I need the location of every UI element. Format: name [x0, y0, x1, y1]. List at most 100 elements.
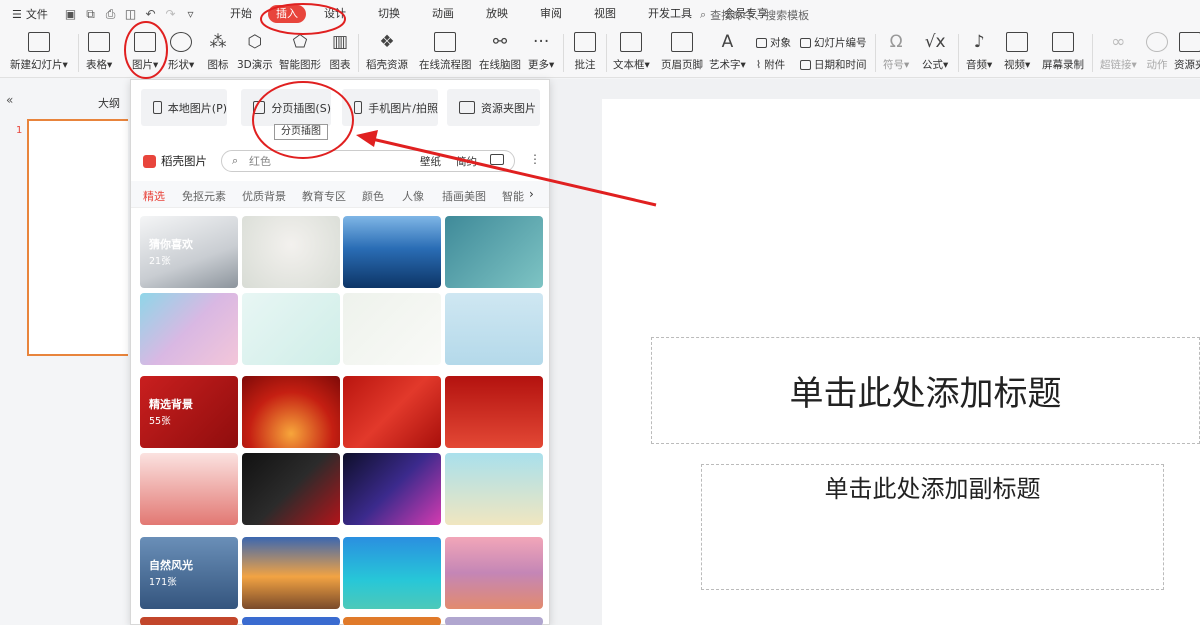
title-placeholder[interactable]: 单击此处添加标题	[651, 337, 1200, 444]
tab-review[interactable]: 审阅	[532, 5, 570, 23]
category-tab[interactable]: 免抠元素	[182, 188, 226, 204]
smartart-label: 智能图形	[279, 59, 321, 71]
command-search[interactable]: ⌕ 查找命令、搜索模板	[700, 7, 809, 23]
date-time-button[interactable]: 日期和时间	[800, 57, 867, 72]
tab-animation[interactable]: 动画	[424, 5, 462, 23]
picture-thumbnail[interactable]	[242, 376, 340, 448]
subtitle-placeholder[interactable]: 单击此处添加副标题	[701, 464, 1164, 590]
tab-transition[interactable]: 切换	[370, 5, 408, 23]
screen-record-icon	[1052, 32, 1074, 52]
picture-collection-card[interactable]: 猜你喜欢 21张	[140, 216, 238, 288]
subtitle-placeholder-text: 单击此处添加副标题	[824, 475, 1041, 503]
search-icon: ⌕	[700, 8, 707, 21]
picture-thumbnail[interactable]	[242, 537, 340, 609]
wordart-button[interactable]: A 艺术字▾	[709, 32, 746, 72]
local-picture-button[interactable]: 本地图片(P)	[141, 89, 227, 126]
undo-icon[interactable]: ↶	[144, 7, 157, 21]
picture-thumbnail[interactable]	[445, 293, 543, 365]
picture-search-input[interactable]	[249, 154, 399, 167]
picture-collection-card[interactable]: 自然风光 171张	[140, 537, 238, 609]
formula-button[interactable]: √x 公式▾	[922, 32, 948, 72]
chevron-right-icon[interactable]: ›	[529, 187, 534, 201]
header-footer-button[interactable]: 页眉页脚	[661, 32, 703, 72]
preview-icon[interactable]: ◫	[124, 7, 137, 21]
resource-picture-button[interactable]: 资源夹图片	[447, 89, 540, 126]
icon-button[interactable]: ⁂ 图标	[207, 32, 229, 72]
comment-button[interactable]: 批注	[574, 32, 596, 72]
picture-collection-card[interactable]: 精选背景 55张	[140, 376, 238, 448]
tab-home[interactable]: 开始	[222, 5, 260, 23]
picture-thumbnail[interactable]	[242, 453, 340, 525]
daoke-resource-button[interactable]: ❖ 稻壳资源	[366, 32, 408, 72]
picture-thumbnail[interactable]	[445, 617, 543, 625]
picture-thumbnail[interactable]	[242, 617, 340, 625]
video-button[interactable]: 视频▾	[1004, 32, 1030, 72]
picture-thumbnail[interactable]	[140, 453, 238, 525]
resource-button[interactable]: 资源夹	[1174, 32, 1200, 72]
picture-thumbnail[interactable]	[343, 617, 441, 625]
hyperlink-button[interactable]: ∞ 超链接▾	[1100, 32, 1137, 72]
category-tab[interactable]: 精选	[143, 188, 165, 204]
new-slide-button[interactable]: 新建幻灯片▾	[10, 32, 68, 72]
customize-icon[interactable]: ▿	[184, 7, 197, 21]
split-insert-tooltip: 分页插图	[274, 124, 328, 140]
redo-icon[interactable]: ↷	[164, 7, 177, 21]
category-tab[interactable]: 插画美图	[442, 188, 486, 204]
textbox-button[interactable]: 文本框▾	[613, 32, 650, 72]
picture-thumbnail[interactable]	[242, 216, 340, 288]
outline-tab[interactable]: 大纲	[98, 95, 120, 111]
tab-insert[interactable]: 插入	[268, 5, 306, 23]
picture-thumbnail[interactable]	[445, 376, 543, 448]
slide-thumbnail[interactable]	[27, 119, 128, 356]
action-button[interactable]: 动作	[1146, 32, 1168, 72]
category-tab[interactable]: 教育专区	[302, 188, 346, 204]
tab-view[interactable]: 视图	[586, 5, 624, 23]
picture-thumbnail[interactable]	[343, 376, 441, 448]
phone-picture-button[interactable]: 手机图片/拍照	[342, 89, 438, 126]
symbol-button[interactable]: Ω 符号▾	[883, 32, 909, 72]
export-icon[interactable]: ⧉	[84, 7, 97, 22]
chart-button[interactable]: ▥ 图表	[329, 32, 351, 72]
picture-thumbnail[interactable]	[343, 453, 441, 525]
picture-thumbnail[interactable]	[242, 293, 340, 365]
category-tab[interactable]: 智能	[502, 188, 528, 204]
picture-thumbnail[interactable]	[140, 617, 238, 625]
table-button[interactable]: 表格▾	[86, 32, 112, 72]
wallpaper-option[interactable]: 壁纸	[420, 154, 441, 169]
collapse-panel-icon[interactable]: «	[6, 93, 13, 107]
camera-icon[interactable]	[490, 154, 504, 165]
file-menu[interactable]: ☰ 文件	[0, 6, 58, 22]
picture-button[interactable]: 图片▾	[132, 32, 158, 72]
picture-thumbnail[interactable]	[140, 293, 238, 365]
save-icon[interactable]: ▣	[64, 7, 77, 21]
simple-option[interactable]: 简约	[456, 154, 477, 169]
picture-thumbnail[interactable]	[343, 537, 441, 609]
category-tab[interactable]: 颜色	[362, 188, 384, 204]
tab-slideshow[interactable]: 放映	[478, 5, 516, 23]
category-tab[interactable]: 人像	[402, 188, 424, 204]
audio-button[interactable]: ♪ 音频▾	[966, 32, 992, 72]
picture-thumbnail[interactable]	[445, 216, 543, 288]
print-icon[interactable]: ⎙	[104, 7, 117, 22]
category-tab[interactable]: 优质背景	[242, 188, 286, 204]
picture-thumbnail[interactable]	[343, 293, 441, 365]
object-button[interactable]: 对象	[756, 35, 791, 50]
picture-thumbnail[interactable]	[445, 537, 543, 609]
slide-number-button[interactable]: 幻灯片编号	[800, 35, 867, 50]
demo3d-button[interactable]: ⬡ 3D演示	[237, 32, 273, 72]
tab-design[interactable]: 设计	[316, 5, 354, 23]
picture-thumbnail[interactable]	[445, 453, 543, 525]
shape-button[interactable]: 形状▾	[168, 32, 194, 72]
more-button[interactable]: ··· 更多▾	[528, 32, 554, 72]
tab-developer[interactable]: 开发工具	[640, 5, 700, 23]
screen-record-button[interactable]: 屏幕录制	[1042, 32, 1084, 72]
online-mind-button[interactable]: ⚯ 在线脑图	[479, 32, 521, 72]
attachment-button[interactable]: ⌇ 附件	[756, 57, 785, 72]
split-insert-button[interactable]: 分页插图(S)	[241, 89, 331, 126]
calendar-icon	[800, 59, 811, 70]
smartart-button[interactable]: ⬠ 智能图形	[279, 32, 321, 72]
picture-search: ⌕ 壁纸 简约	[221, 150, 515, 172]
online-flow-button[interactable]: 在线流程图	[419, 32, 472, 72]
picture-thumbnail[interactable]	[343, 216, 441, 288]
more-options-icon[interactable]: ⋮	[529, 152, 541, 166]
